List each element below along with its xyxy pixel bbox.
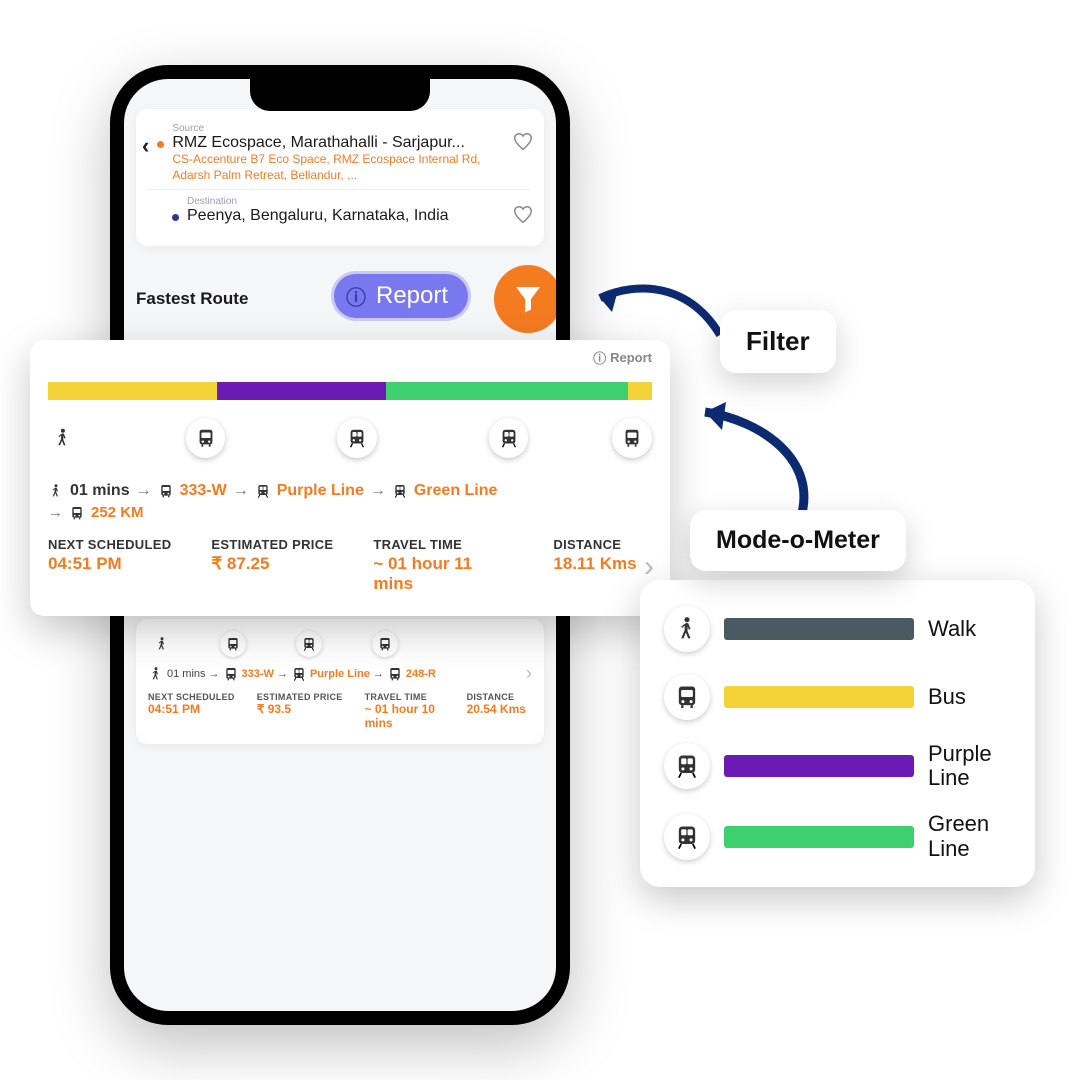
route-code: 333-W (242, 668, 274, 680)
meter-segment (386, 382, 628, 400)
meter-segment (628, 382, 652, 400)
stat-label: ESTIMATED PRICE (257, 692, 343, 702)
bus-icon (69, 505, 85, 521)
metro-icon (255, 483, 271, 499)
walk-icon (148, 666, 164, 682)
legend-icon (664, 606, 710, 652)
walk-icon (48, 483, 64, 499)
destination-bullet-icon (172, 214, 179, 221)
walk-time: 01 mins (70, 482, 130, 500)
legend-label: Bus (928, 685, 1011, 709)
back-button[interactable]: ‹ (142, 123, 149, 159)
stat-value: ~ 01 hour 11 mins (373, 554, 513, 594)
bus-icon (612, 418, 652, 458)
legend-color-bar (724, 618, 914, 640)
stat-value: ₹ 93.5 (257, 702, 343, 716)
stat-label: NEXT SCHEDULED (148, 692, 235, 702)
metro-icon (392, 483, 408, 499)
bus-icon (223, 666, 239, 682)
stat-value: ₹ 87.25 (211, 554, 333, 574)
legend-color-bar (724, 686, 914, 708)
walk-time: 01 mins (167, 668, 206, 680)
report-label: Report (376, 282, 448, 309)
location-card: ‹ Source RMZ Ecospace, Marathahalli - Sa… (136, 109, 544, 246)
chevron-right-icon: › (644, 550, 654, 584)
walk-icon (52, 427, 74, 449)
stat-label: TRAVEL TIME (373, 537, 513, 552)
walk-icon (154, 636, 170, 652)
mode-meter-bar (48, 382, 652, 400)
stat-label: TRAVEL TIME (365, 692, 445, 702)
line-name: Green Line (414, 482, 498, 500)
bus-icon (220, 631, 246, 657)
legend-label: Purple Line (928, 742, 1011, 790)
destination-main-text[interactable]: Peenya, Bengaluru, Karnataka, India (187, 207, 504, 225)
bus-icon (186, 418, 226, 458)
bus-icon (387, 666, 403, 682)
legend-panel: Walk Bus Purple Line Green Line (640, 580, 1035, 887)
meter-segment (48, 382, 217, 400)
legend-color-bar (724, 826, 914, 848)
extra-km: 252 KM (91, 504, 144, 521)
legend-icon (664, 814, 710, 860)
stat-value: 20.54 Kms (467, 702, 526, 716)
line-name: Purple Line (277, 482, 364, 500)
legend-row: Bus (664, 674, 1011, 720)
chevron-right-icon: › (526, 663, 532, 684)
stat-value: 04:51 PM (48, 554, 171, 574)
line-name: Purple Line (310, 668, 370, 680)
section-title: Fastest Route (136, 289, 248, 309)
legend-row: Walk (664, 606, 1011, 652)
favorite-destination-button[interactable] (512, 196, 534, 232)
legend-row: Green Line (664, 812, 1011, 860)
stat-value: ~ 01 hour 10 mins (365, 702, 445, 730)
legend-row: Purple Line (664, 742, 1011, 790)
source-bullet-icon (157, 141, 164, 148)
legend-label: Green Line (928, 812, 1011, 860)
destination-label: Destination (187, 196, 504, 207)
route-code: 333-W (180, 482, 227, 500)
info-icon: ⓘ (593, 348, 606, 367)
callout-filter: Filter (720, 310, 836, 373)
source-sub-text: CS-Accenture B7 Eco Space, RMZ Ecospace … (172, 152, 504, 183)
legend-icon (664, 743, 710, 789)
bus-icon (372, 631, 398, 657)
metro-icon (296, 631, 322, 657)
filter-button[interactable] (494, 265, 556, 333)
meter-segment (217, 382, 386, 400)
stat-value: 04:51 PM (148, 702, 235, 716)
metro-icon (291, 666, 307, 682)
legend-icon (664, 674, 710, 720)
legend-color-bar (724, 755, 914, 777)
bus-icon (158, 483, 174, 499)
stat-value: 18.11 Kms (553, 554, 636, 574)
info-icon: ⓘ (346, 282, 366, 311)
source-label: Source (172, 123, 504, 134)
report-link[interactable]: ⓘ Report (593, 348, 652, 367)
favorite-source-button[interactable] (512, 123, 534, 159)
stat-label: ESTIMATED PRICE (211, 537, 333, 552)
callout-modeometer: Mode-o-Meter (690, 510, 906, 571)
report-button[interactable]: ⓘ Report (334, 274, 468, 318)
source-main-text[interactable]: RMZ Ecospace, Marathahalli - Sarjapur... (172, 134, 504, 152)
route-code: 248-R (406, 668, 436, 680)
route-card-2[interactable]: 01 mins → 333-W → Purple Line → 248-R › … (136, 619, 544, 744)
notch (250, 79, 430, 111)
metro-icon (337, 418, 377, 458)
legend-label: Walk (928, 617, 1011, 641)
funnel-icon (510, 281, 546, 317)
route-card-expanded[interactable]: ⓘ Report 01 mins → 333-W → Purple Line →… (30, 340, 670, 616)
stat-label: NEXT SCHEDULED (48, 537, 171, 552)
metro-icon (489, 418, 529, 458)
stat-label: DISTANCE (467, 692, 526, 702)
stat-label: DISTANCE (553, 537, 636, 552)
